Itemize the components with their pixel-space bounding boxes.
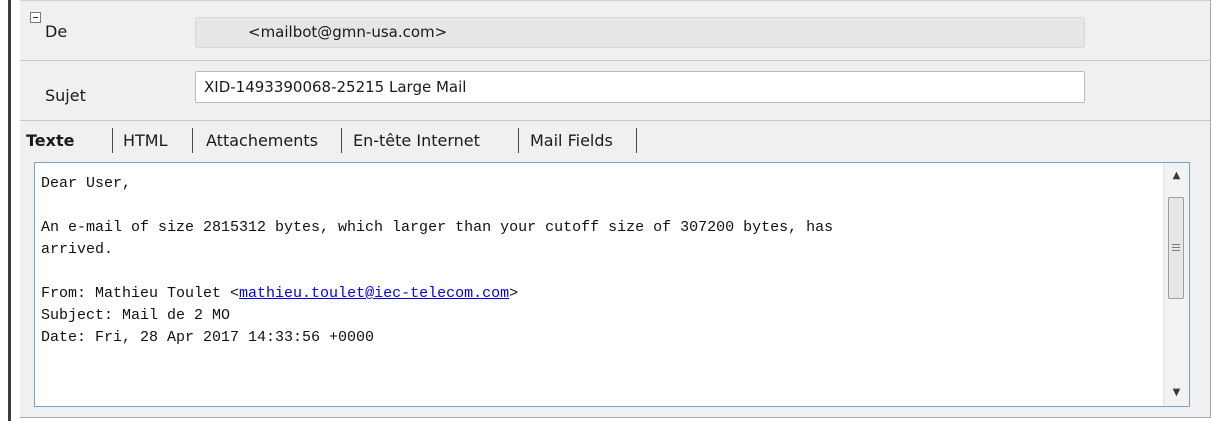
vertical-scrollbar[interactable]: ▲ ▼	[1163, 163, 1189, 406]
from-value: <mailbot@gmn-usa.com>	[248, 23, 448, 41]
from-row: De <mailbot@gmn-usa.com>	[20, 0, 1210, 61]
tab-separator	[518, 128, 519, 153]
collapse-minus-icon[interactable]	[30, 12, 41, 23]
message-text: Dear User, An e-mail of size 2815312 byt…	[41, 173, 1151, 349]
scroll-down-arrow-icon[interactable]: ▼	[1164, 382, 1189, 404]
tab-en-tete-internet[interactable]: En-tête Internet	[353, 130, 480, 152]
from-label: De	[45, 22, 68, 41]
sender-email-link[interactable]: mathieu.toulet@iec-telecom.com	[239, 285, 509, 302]
from-prefix: From: Mathieu Toulet <	[41, 285, 240, 302]
tab-attachements[interactable]: Attachements	[206, 130, 318, 152]
scrollbar-thumb[interactable]	[1168, 197, 1184, 299]
tab-separator	[192, 128, 193, 153]
tab-texte[interactable]: Texte	[26, 130, 74, 152]
scroll-up-arrow-icon[interactable]: ▲	[1164, 165, 1189, 187]
tab-separator	[636, 128, 637, 153]
date-line: Date: Fri, 28 Apr 2017 14:33:56 +0000	[41, 329, 375, 346]
scroll-grip-icon	[1172, 244, 1180, 252]
size-notice-line: An e-mail of size 2815312 bytes, which l…	[41, 219, 834, 236]
subject-label: Sujet	[45, 86, 86, 105]
message-body[interactable]: Dear User, An e-mail of size 2815312 byt…	[34, 162, 1190, 407]
tab-separator	[341, 128, 342, 153]
subject-line: Subject: Mail de 2 MO	[41, 307, 231, 324]
message-view-tabs: Texte HTML Attachements En-tête Internet…	[20, 121, 1210, 161]
from-suffix: >	[509, 285, 519, 302]
subject-field[interactable]	[195, 71, 1085, 103]
tab-mail-fields[interactable]: Mail Fields	[530, 130, 613, 152]
subject-row: Sujet	[20, 61, 1210, 121]
tab-separator	[112, 128, 113, 153]
greeting-line: Dear User,	[41, 175, 132, 192]
from-field: <mailbot@gmn-usa.com>	[195, 17, 1085, 48]
window-left-border	[8, 0, 11, 421]
mail-reader-panel: De <mailbot@gmn-usa.com> Sujet Texte HTM…	[20, 0, 1211, 418]
size-notice-line-cont: arrived.	[41, 241, 114, 258]
tab-html[interactable]: HTML	[123, 130, 168, 152]
